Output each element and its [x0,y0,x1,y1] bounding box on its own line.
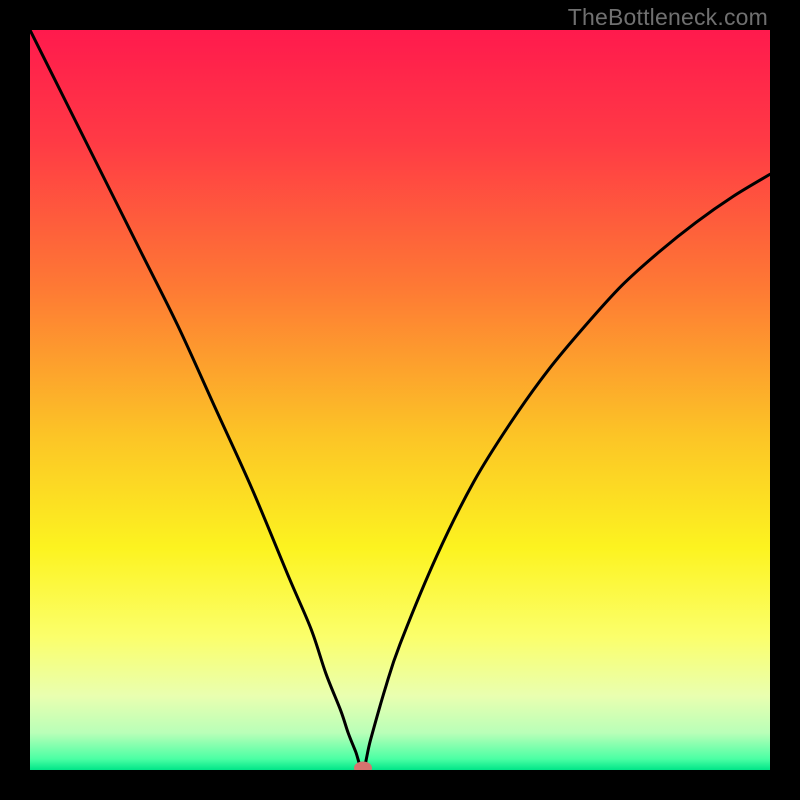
gradient-background [30,30,770,770]
watermark-text: TheBottleneck.com [568,4,768,31]
chart-frame: TheBottleneck.com [0,0,800,800]
plot-area [30,30,770,770]
chart-svg [30,30,770,770]
